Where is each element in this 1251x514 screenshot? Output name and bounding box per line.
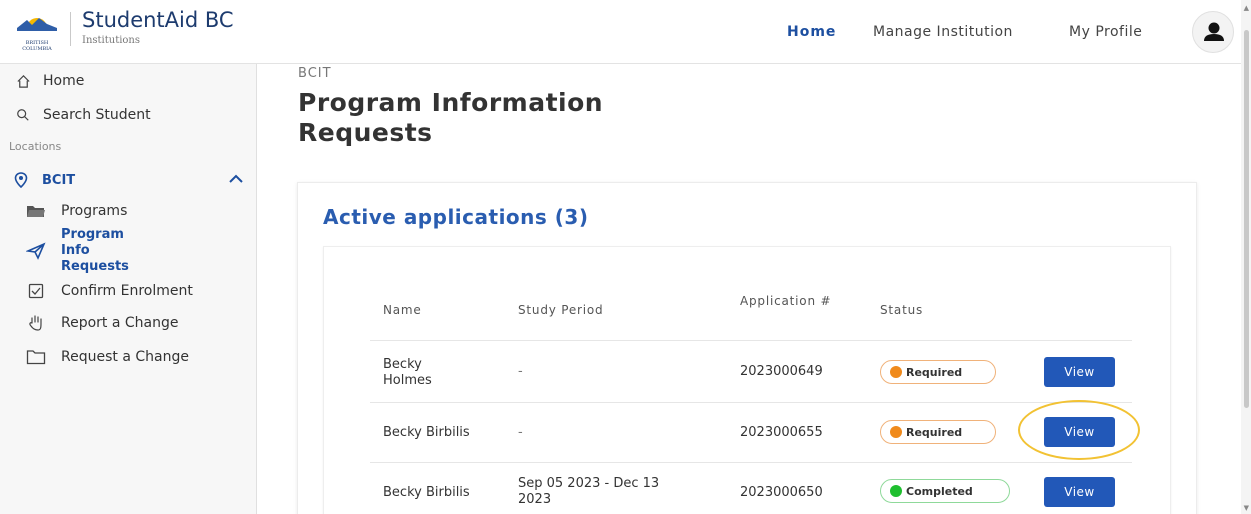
breadcrumb: BCIT bbox=[298, 66, 332, 81]
table-cell-name: Becky Birbilis bbox=[383, 425, 470, 440]
top-header: BRITISH COLUMBIA StudentAid BC Instituti… bbox=[0, 0, 1241, 64]
nav-home[interactable]: Home bbox=[787, 24, 836, 40]
svg-text:COLUMBIA: COLUMBIA bbox=[22, 46, 52, 52]
status-label: Completed bbox=[906, 484, 973, 498]
map-pin-icon bbox=[14, 172, 30, 188]
location-name: BCIT bbox=[42, 172, 76, 188]
user-avatar-button[interactable] bbox=[1192, 11, 1234, 53]
checkbox-icon bbox=[26, 283, 46, 299]
sidebar-item-request-change[interactable]: Request a Change bbox=[26, 346, 257, 368]
sidebar-location-bcit[interactable]: BCIT bbox=[14, 167, 244, 193]
status-dot-icon bbox=[890, 485, 902, 497]
row-divider bbox=[370, 402, 1132, 403]
highlight-annotation bbox=[1018, 400, 1140, 460]
sidebar: Home Search Student Locations BCIT Progr… bbox=[0, 64, 257, 514]
paper-plane-icon bbox=[26, 242, 46, 260]
search-icon bbox=[15, 107, 31, 123]
table-cell-name: Becky Birbilis bbox=[383, 485, 470, 500]
chevron-up-icon[interactable] bbox=[228, 173, 244, 188]
table-cell-study-period: - bbox=[518, 425, 523, 440]
table-cell-study-period: - bbox=[518, 364, 523, 379]
page-title: Program Information Requests bbox=[298, 88, 604, 147]
sidebar-item-label: Report a Change bbox=[61, 315, 179, 331]
sidebar-item-search-student[interactable]: Search Student bbox=[0, 102, 257, 128]
sidebar-item-label: Programs bbox=[61, 203, 128, 219]
scroll-down-arrow-icon[interactable]: ▼ bbox=[1244, 504, 1249, 512]
user-icon bbox=[1204, 22, 1224, 41]
column-header-status[interactable]: Status bbox=[880, 303, 923, 317]
hand-icon bbox=[26, 315, 46, 331]
status-label: Required bbox=[906, 365, 963, 379]
folder-icon bbox=[26, 203, 46, 219]
row-divider bbox=[370, 340, 1132, 341]
home-icon bbox=[15, 73, 31, 89]
table-cell-application: 2023000655 bbox=[740, 425, 823, 440]
sidebar-item-label: Program Info Requests bbox=[61, 227, 129, 274]
sidebar-item-confirm-enrolment[interactable]: Confirm Enrolment bbox=[26, 280, 257, 302]
table-cell-application: 2023000650 bbox=[740, 485, 823, 500]
sidebar-item-label: Home bbox=[43, 73, 85, 89]
sidebar-section-locations: Locations bbox=[9, 140, 62, 153]
sidebar-item-label: Request a Change bbox=[61, 349, 189, 365]
status-label: Required bbox=[906, 425, 963, 439]
scroll-thumb[interactable] bbox=[1244, 30, 1249, 408]
status-badge-completed: Completed bbox=[880, 479, 1010, 503]
table-cell-study-period: Sep 05 2023 - Dec 13 2023 bbox=[518, 476, 660, 507]
logo-divider bbox=[70, 12, 71, 46]
card-title: Active applications (3) bbox=[323, 205, 589, 229]
status-dot-icon bbox=[890, 426, 902, 438]
sidebar-item-label: Search Student bbox=[43, 107, 151, 123]
sidebar-item-label: Confirm Enrolment bbox=[61, 283, 193, 299]
status-badge-required: Required bbox=[880, 420, 996, 444]
nav-my-profile[interactable]: My Profile bbox=[1069, 24, 1142, 40]
page-scrollbar[interactable]: ▲ ▼ bbox=[1241, 0, 1251, 514]
status-dot-icon bbox=[890, 366, 902, 378]
table-cell-name: Becky Holmes bbox=[383, 357, 432, 388]
bc-logo-icon[interactable]: BRITISH COLUMBIA bbox=[14, 12, 60, 52]
view-button[interactable]: View bbox=[1044, 357, 1115, 387]
column-header-application-number[interactable]: Application # bbox=[740, 293, 850, 309]
brand-subtitle: Institutions bbox=[82, 35, 141, 46]
column-header-study-period[interactable]: Study Period bbox=[518, 303, 603, 317]
sidebar-item-report-change[interactable]: Report a Change bbox=[26, 312, 257, 334]
row-divider bbox=[370, 462, 1132, 463]
sidebar-item-home[interactable]: Home bbox=[0, 68, 257, 94]
folder-outline-icon bbox=[26, 349, 46, 365]
scroll-up-arrow-icon[interactable]: ▲ bbox=[1244, 4, 1249, 12]
table-cell-application: 2023000649 bbox=[740, 364, 823, 379]
sidebar-item-program-info-requests[interactable]: Program Info Requests bbox=[26, 227, 146, 274]
sidebar-item-programs[interactable]: Programs bbox=[26, 200, 257, 222]
brand-title[interactable]: StudentAid BC bbox=[82, 8, 234, 32]
nav-manage-institution[interactable]: Manage Institution bbox=[873, 24, 1013, 40]
status-badge-required: Required bbox=[880, 360, 996, 384]
column-header-name[interactable]: Name bbox=[383, 303, 422, 317]
view-button[interactable]: View bbox=[1044, 477, 1115, 507]
